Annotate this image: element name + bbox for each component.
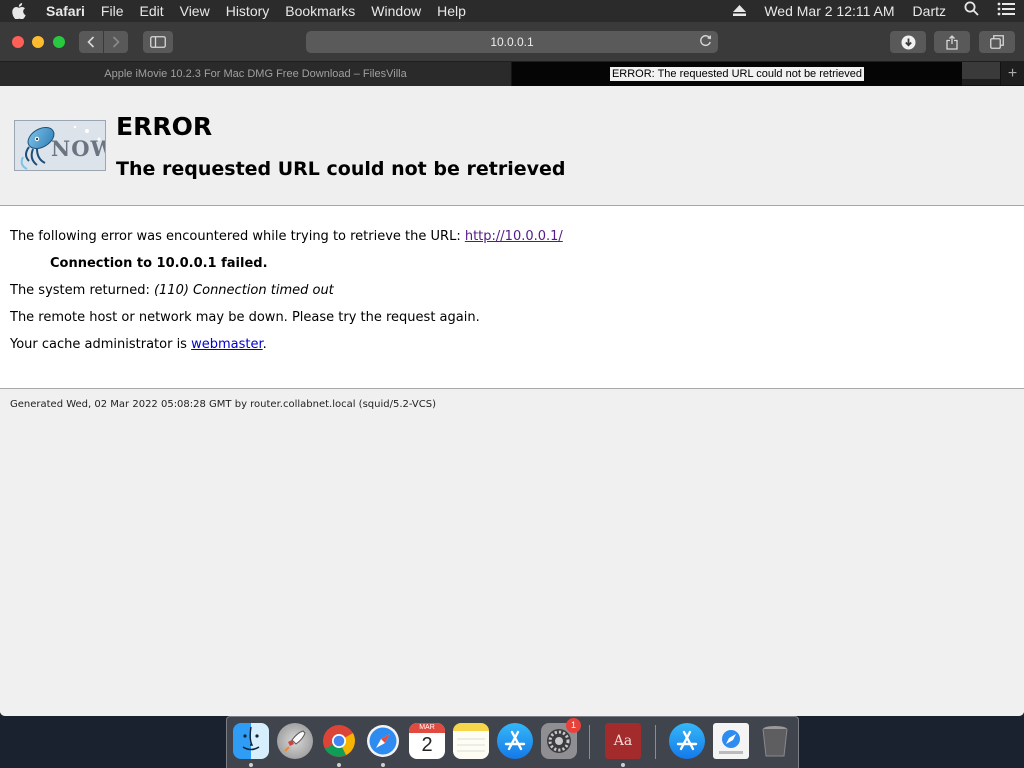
menu-view[interactable]: View — [172, 0, 218, 22]
close-window-button[interactable] — [12, 36, 24, 48]
error-body: The following error was encountered whil… — [0, 206, 1024, 389]
menu-clock[interactable]: Wed Mar 2 12:11 AM — [755, 0, 903, 22]
spotlight-icon[interactable] — [955, 0, 988, 22]
menu-window[interactable]: Window — [363, 0, 429, 22]
error-header: NOW ERROR The requested URL could not be… — [0, 86, 1024, 206]
toolbar: 10.0.0.1 — [0, 22, 1024, 62]
error-intro-line: The following error was encountered whil… — [10, 229, 563, 244]
system-returned-label: The system returned: — [10, 283, 154, 298]
sidebar-icon — [150, 36, 166, 48]
calendar-month: MAR — [409, 723, 445, 733]
dock-launchpad-icon[interactable] — [277, 723, 313, 759]
dock-downloads-icon[interactable] — [713, 723, 749, 759]
tab-imovie-download[interactable]: Apple iMovie 10.2.3 For Mac DMG Free Dow… — [0, 62, 512, 86]
admin-text: Your cache administrator is — [10, 337, 192, 352]
tab-title: ERROR: The requested URL could not be re… — [609, 67, 865, 81]
dock-calendar-icon[interactable]: MAR 2 — [409, 723, 445, 759]
error-detail: Connection to 10.0.0.1 failed. — [50, 256, 268, 271]
dock-running-indicator — [337, 763, 341, 767]
new-tab-button[interactable]: + — [1000, 62, 1024, 86]
logo-text: NOW — [51, 136, 105, 161]
page-title: ERROR — [116, 112, 213, 141]
forward-button[interactable] — [104, 31, 128, 53]
dock: MAR 2 1 Aa — [226, 716, 799, 768]
sidebar-button[interactable] — [143, 31, 173, 53]
dock-separator — [655, 725, 656, 759]
remote-host-message: The remote host or network may be down. … — [10, 310, 480, 325]
page-footer: Generated Wed, 02 Mar 2022 05:08:28 GMT … — [10, 399, 436, 410]
menu-history[interactable]: History — [218, 0, 278, 22]
plus-icon: + — [1007, 65, 1018, 82]
dock-notes-icon[interactable] — [453, 723, 489, 759]
calendar-day: 2 — [421, 734, 433, 756]
dock-system-preferences-icon[interactable]: 1 — [541, 718, 581, 759]
minimize-window-button[interactable] — [32, 36, 44, 48]
share-button[interactable] — [934, 31, 970, 53]
dock-separator — [589, 725, 590, 759]
tab-error-page[interactable]: ERROR: The requested URL could not be re… — [512, 62, 962, 86]
dock-applications-folder-icon[interactable] — [669, 723, 705, 759]
address-bar[interactable]: 10.0.0.1 — [306, 31, 718, 53]
page-subtitle: The requested URL could not be retrieved — [116, 158, 566, 180]
dock-dictionary-icon[interactable]: Aa — [605, 723, 641, 759]
chevron-left-icon — [87, 36, 95, 48]
requested-url-link[interactable]: http://10.0.0.1/ — [465, 229, 563, 244]
show-all-tabs-button[interactable] — [979, 31, 1015, 53]
notification-center-icon[interactable] — [988, 0, 1024, 22]
notification-badge: 1 — [566, 718, 581, 733]
menu-bookmarks[interactable]: Bookmarks — [277, 0, 363, 22]
menu-edit[interactable]: Edit — [131, 0, 171, 22]
app-menu-safari[interactable]: Safari — [38, 0, 93, 22]
squid-logo: NOW — [14, 120, 106, 171]
address-text: 10.0.0.1 — [490, 35, 534, 49]
dictionary-label: Aa — [613, 733, 633, 749]
menu-user[interactable]: Dartz — [904, 0, 955, 22]
chevron-right-icon — [112, 36, 120, 48]
tab-bar: Apple iMovie 10.2.3 For Mac DMG Free Dow… — [0, 62, 1024, 86]
dock-running-indicator — [249, 763, 253, 767]
dock-finder-icon[interactable] — [233, 723, 269, 759]
downloads-button[interactable] — [890, 31, 926, 53]
menu-help[interactable]: Help — [429, 0, 474, 22]
system-returned-value: (110) Connection timed out — [153, 283, 334, 298]
dock-running-indicator — [621, 763, 625, 767]
system-returned-line: The system returned: (110) Connection ti… — [10, 283, 334, 298]
dock-chrome-icon[interactable] — [321, 723, 357, 759]
share-icon — [946, 34, 958, 50]
tab-title: Apple iMovie 10.2.3 For Mac DMG Free Dow… — [104, 68, 407, 80]
webmaster-link[interactable]: webmaster — [191, 337, 263, 352]
fullscreen-window-button[interactable] — [53, 36, 65, 48]
download-icon — [901, 35, 915, 49]
menu-extras: Wed Mar 2 12:11 AM Dartz — [724, 0, 1024, 22]
tabs-overview-icon — [990, 35, 1004, 49]
dock-trash-icon[interactable] — [757, 723, 793, 759]
admin-line: Your cache administrator is webmaster. — [10, 337, 267, 352]
menu-bar: Safari File Edit View History Bookmarks … — [0, 0, 1024, 22]
tab-placeholder — [962, 62, 1000, 79]
admin-end: . — [262, 337, 267, 352]
reload-icon[interactable] — [699, 34, 712, 50]
dock-running-indicator — [381, 763, 385, 767]
eject-icon[interactable] — [724, 0, 755, 22]
dock-safari-icon[interactable] — [365, 723, 401, 759]
safari-window: 10.0.0.1 Apple iMovie 10.2.3 For Mac DMG… — [0, 22, 1024, 716]
error-intro-text: The following error was encountered whil… — [10, 229, 465, 244]
menu-file[interactable]: File — [93, 0, 132, 22]
apple-menu-icon[interactable] — [0, 3, 38, 19]
web-page: NOW ERROR The requested URL could not be… — [0, 86, 1024, 716]
back-button[interactable] — [79, 31, 103, 53]
dock-app-store-icon[interactable] — [497, 723, 533, 759]
